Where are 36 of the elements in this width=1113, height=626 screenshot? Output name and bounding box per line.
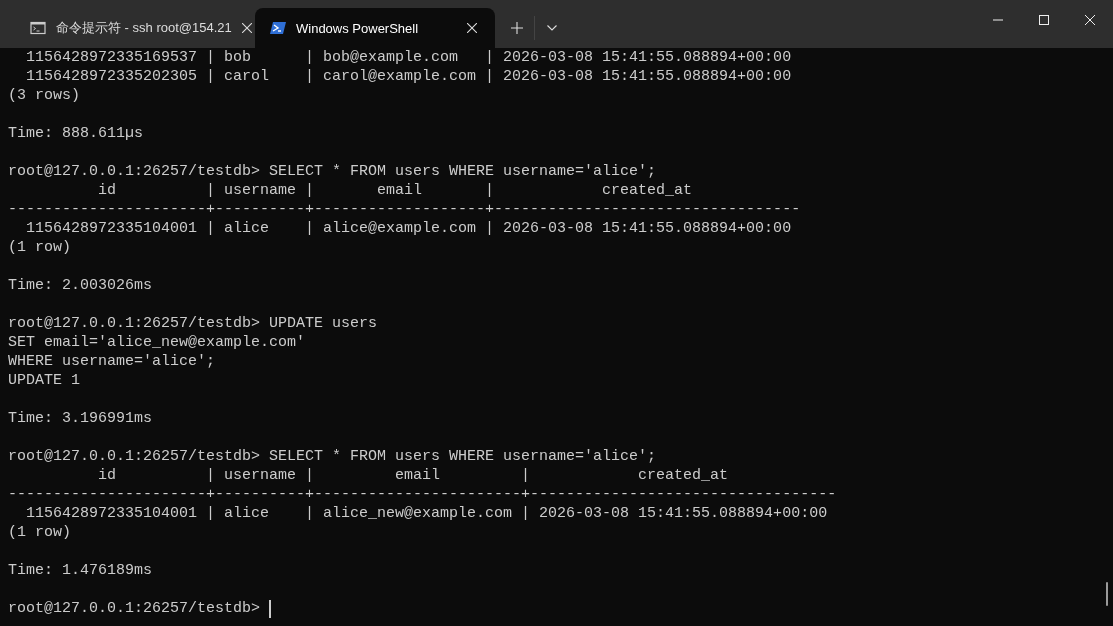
terminal-line: 1156428972335202305 | carol | carol@example.com | 2026-03-08 15:41:55.088894+00:00	[25, 67, 793, 86]
terminal-line: Time: 888.611µs	[8, 124, 145, 143]
terminal-icon	[30, 20, 46, 36]
new-tab-icon[interactable]	[511, 22, 523, 34]
tab-title: 命令提示符 - ssh root@154.21	[56, 19, 232, 37]
maximize-icon[interactable]	[1039, 15, 1049, 25]
terminal-line: root@127.0.0.1:26257/testdb> UPDATE users	[8, 314, 379, 333]
terminal-line: Time: 2.003026ms	[8, 276, 154, 295]
command-prompt: root@127.0.0.1:26257/testdb>	[8, 599, 262, 618]
scrollbar-thumb[interactable]	[1106, 582, 1108, 606]
terminal-line: 1156428972335169537 | bob | bob@example.com | 2026-03-08 15:41:55.088894+00:00	[25, 48, 793, 67]
terminal-line: SET email='alice_new@example.com'	[8, 333, 307, 352]
terminal-line: Time: 1.476189ms	[8, 561, 154, 580]
terminal-line: 1156428972335104001 | alice | alice_new@example.com | 2026-03-08 15:41:55.088894+00:00	[25, 504, 829, 523]
terminal-line: 1156428972335104001 | alice | alice@example.com | 2026-03-08 15:41:55.088894+00:00	[25, 219, 793, 238]
close-icon[interactable]	[241, 23, 252, 33]
close-icon[interactable]	[467, 23, 477, 33]
terminal-line: (3 rows)	[8, 86, 81, 105]
terminal-line: id | username | email | created_at	[97, 466, 730, 485]
text-cursor	[269, 599, 272, 618]
terminal-line: (1 row)	[8, 238, 72, 257]
terminal-line: root@127.0.0.1:26257/testdb> SELECT * FROM users WHERE username='alice';	[8, 447, 658, 466]
close-icon[interactable]	[1085, 15, 1095, 25]
terminal-line: ----------------------+----------+-----------------------+----------------------------------	[8, 485, 838, 504]
caret-icon[interactable]	[547, 25, 557, 31]
terminal-line: id | username | email | created_at	[97, 181, 694, 200]
terminal-line: ----------------------+----------+-------------------+----------------------------------	[8, 200, 802, 219]
terminal-line: UPDATE 1	[8, 371, 81, 390]
terminal-line: root@127.0.0.1:26257/testdb> SELECT * FROM users WHERE username='alice';	[8, 162, 658, 181]
tab[interactable]: Windows PowerShell	[255, 8, 495, 48]
tab[interactable]: 命令提示符 - ssh root@154.21	[15, 8, 255, 48]
terminal-line: Time: 3.196991ms	[8, 409, 154, 428]
terminal-line: WHERE username='alice';	[8, 352, 217, 371]
tab-title: Windows PowerShell	[296, 20, 420, 36]
powershell-icon	[270, 20, 286, 36]
terminal-line: (1 row)	[8, 523, 72, 542]
